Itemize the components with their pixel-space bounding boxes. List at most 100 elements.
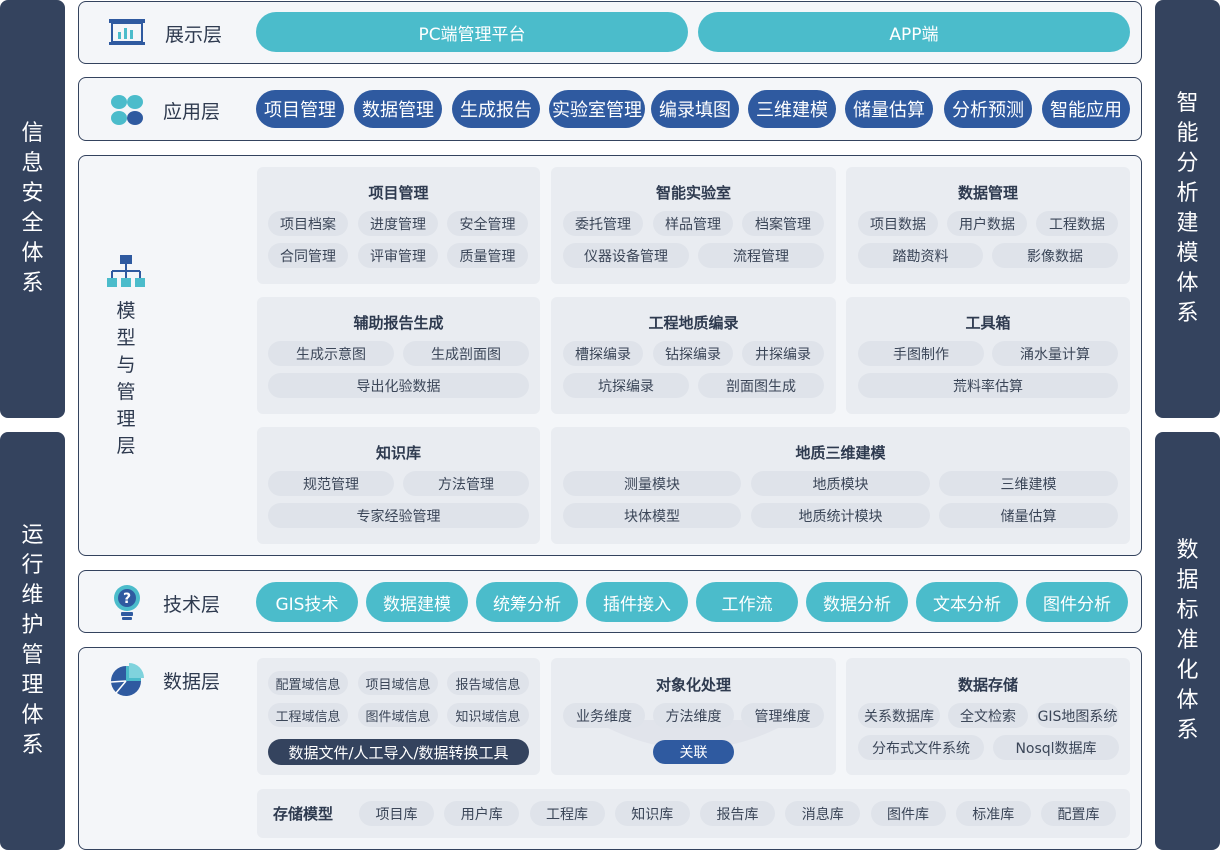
app-item-button[interactable]: 智能应用 <box>1042 90 1130 128</box>
module-item[interactable]: 井探编录 <box>742 341 824 366</box>
storage-item[interactable]: 全文检索 <box>948 703 1028 728</box>
link-button[interactable]: 关联 <box>653 740 734 764</box>
tech-item-button[interactable]: 数据建模 <box>366 582 468 622</box>
tech-item-button[interactable]: 插件接入 <box>586 582 688 622</box>
app-item-button[interactable]: 储量估算 <box>845 90 933 128</box>
storage-model-item[interactable]: 用户库 <box>444 801 520 826</box>
module-item[interactable]: 规范管理 <box>268 471 394 496</box>
tech-layer-title: ? 技术层 <box>109 583 220 623</box>
storage-model-item[interactable]: 配置库 <box>1041 801 1116 826</box>
app-item-button[interactable]: 分析预测 <box>944 90 1032 128</box>
module-item[interactable]: 进度管理 <box>358 211 438 236</box>
app-item-button[interactable]: 数据管理 <box>354 90 442 128</box>
vertical-char: 智 <box>1176 91 1199 116</box>
module-item[interactable]: 专家经验管理 <box>268 503 529 528</box>
module-item[interactable]: 钻探编录 <box>653 341 733 366</box>
data-domain-item[interactable]: 工程域信息 <box>268 703 348 727</box>
app-item-button[interactable]: 编录填图 <box>651 90 739 128</box>
module-item[interactable]: 生成剖面图 <box>403 341 529 366</box>
pc-platform-button[interactable]: PC端管理平台 <box>256 12 688 52</box>
module-item[interactable]: 合同管理 <box>268 243 348 268</box>
data-layer-label: 数据层 <box>163 670 221 693</box>
module-item[interactable]: 三维建模 <box>939 471 1118 496</box>
object-dimension-item[interactable]: 管理维度 <box>741 703 824 728</box>
data-domain-item[interactable]: 知识域信息 <box>447 703 529 727</box>
tech-item-button[interactable]: 文本分析 <box>916 582 1018 622</box>
module-item[interactable]: 导出化验数据 <box>268 373 529 398</box>
module-item[interactable]: 涌水量计算 <box>992 341 1118 366</box>
data-storage-title: 数据存储 <box>957 676 1018 694</box>
module-item[interactable]: 流程管理 <box>698 243 824 268</box>
vertical-char: 全 <box>21 211 44 236</box>
data-domain-item[interactable]: 配置域信息 <box>268 671 348 695</box>
storage-model-item[interactable]: 消息库 <box>785 801 861 826</box>
module-item[interactable]: 储量估算 <box>939 503 1118 528</box>
vertical-char: 体 <box>1176 271 1199 296</box>
module-item[interactable]: 剖面图生成 <box>698 373 824 398</box>
presentation-board-icon <box>109 19 145 45</box>
storage-model-item[interactable]: 工程库 <box>529 801 605 826</box>
module-item[interactable]: 块体模型 <box>563 503 741 528</box>
storage-model-item[interactable]: 项目库 <box>359 801 434 826</box>
vertical-char: 系 <box>21 733 44 758</box>
data-import-tool-button[interactable]: 数据文件/人工导入/数据转换工具 <box>268 739 529 765</box>
module-item[interactable]: 方法管理 <box>403 471 529 496</box>
module-item[interactable]: 用户数据 <box>947 211 1027 236</box>
vertical-char: 管 <box>116 381 136 403</box>
module-item[interactable]: 项目数据 <box>858 211 938 236</box>
app-item-button[interactable]: 实验室管理 <box>549 90 645 128</box>
storage-model-item[interactable]: 图件库 <box>870 801 946 826</box>
module-box-title: 数据管理 <box>957 184 1018 202</box>
module-item[interactable]: 地质统计模块 <box>751 503 930 528</box>
tech-item-button[interactable]: 统筹分析 <box>476 582 578 622</box>
module-item[interactable]: 槽探编录 <box>563 341 643 366</box>
module-item[interactable]: 坑探编录 <box>563 373 689 398</box>
vertical-char: 系 <box>1176 718 1199 743</box>
tech-item-button[interactable]: GIS技术 <box>256 582 358 622</box>
module-item[interactable]: 档案管理 <box>742 211 824 236</box>
storage-item[interactable]: 分布式文件系统 <box>858 735 984 760</box>
storage-item[interactable]: 关系数据库 <box>858 703 940 728</box>
module-item[interactable]: 工程数据 <box>1036 211 1118 236</box>
tech-item-button[interactable]: 图件分析 <box>1026 582 1128 622</box>
storage-model-item[interactable]: 标准库 <box>955 801 1031 826</box>
storage-model-item[interactable]: 报告库 <box>700 801 775 826</box>
module-item[interactable]: 影像数据 <box>992 243 1118 268</box>
module-item[interactable]: 手图制作 <box>858 341 984 366</box>
vertical-char: 体 <box>1176 688 1199 713</box>
four-petal-icon <box>111 95 143 125</box>
module-item[interactable]: 委托管理 <box>563 211 643 236</box>
module-item[interactable]: 荒料率估算 <box>858 373 1118 398</box>
app-item-button[interactable]: 生成报告 <box>452 90 540 128</box>
module-item[interactable]: 踏勘资料 <box>858 243 983 268</box>
module-item[interactable]: 质量管理 <box>447 243 528 268</box>
data-domain-item[interactable]: 项目域信息 <box>358 671 438 695</box>
module-item[interactable]: 样品管理 <box>653 211 733 236</box>
module-item[interactable]: 生成示意图 <box>268 341 394 366</box>
object-dimension-item[interactable]: 业务维度 <box>563 703 645 728</box>
app-item-button[interactable]: 项目管理 <box>256 90 344 128</box>
module-item[interactable]: 项目档案 <box>268 211 348 236</box>
module-item[interactable]: 测量模块 <box>563 471 741 496</box>
module-item[interactable]: 评审管理 <box>358 243 438 268</box>
storage-item[interactable]: Nosql数据库 <box>993 735 1119 760</box>
tech-item-button[interactable]: 工作流 <box>696 582 798 622</box>
storage-item[interactable]: GIS地图系统 <box>1036 703 1119 728</box>
object-dimension-item[interactable]: 方法维度 <box>653 703 734 728</box>
module-item[interactable]: 仪器设备管理 <box>563 243 689 268</box>
module-item[interactable]: 安全管理 <box>447 211 528 236</box>
app-button[interactable]: APP端 <box>698 12 1130 52</box>
data-domain-item[interactable]: 报告域信息 <box>447 671 529 695</box>
vertical-char: 与 <box>116 354 136 376</box>
vertical-char: 护 <box>21 613 44 638</box>
tech-item-button[interactable]: 数据分析 <box>806 582 908 622</box>
app-item-button[interactable]: 三维建模 <box>748 90 836 128</box>
storage-model-item[interactable]: 知识库 <box>614 801 690 826</box>
module-item[interactable]: 地质模块 <box>751 471 930 496</box>
data-domain-item[interactable]: 图件域信息 <box>358 703 438 727</box>
module-box-title: 知识库 <box>375 444 421 462</box>
vertical-char: 分 <box>1176 151 1199 176</box>
pie-chart-icon <box>110 663 144 696</box>
vertical-char: 行 <box>21 553 44 578</box>
lightbulb-icon: ? <box>114 585 140 620</box>
